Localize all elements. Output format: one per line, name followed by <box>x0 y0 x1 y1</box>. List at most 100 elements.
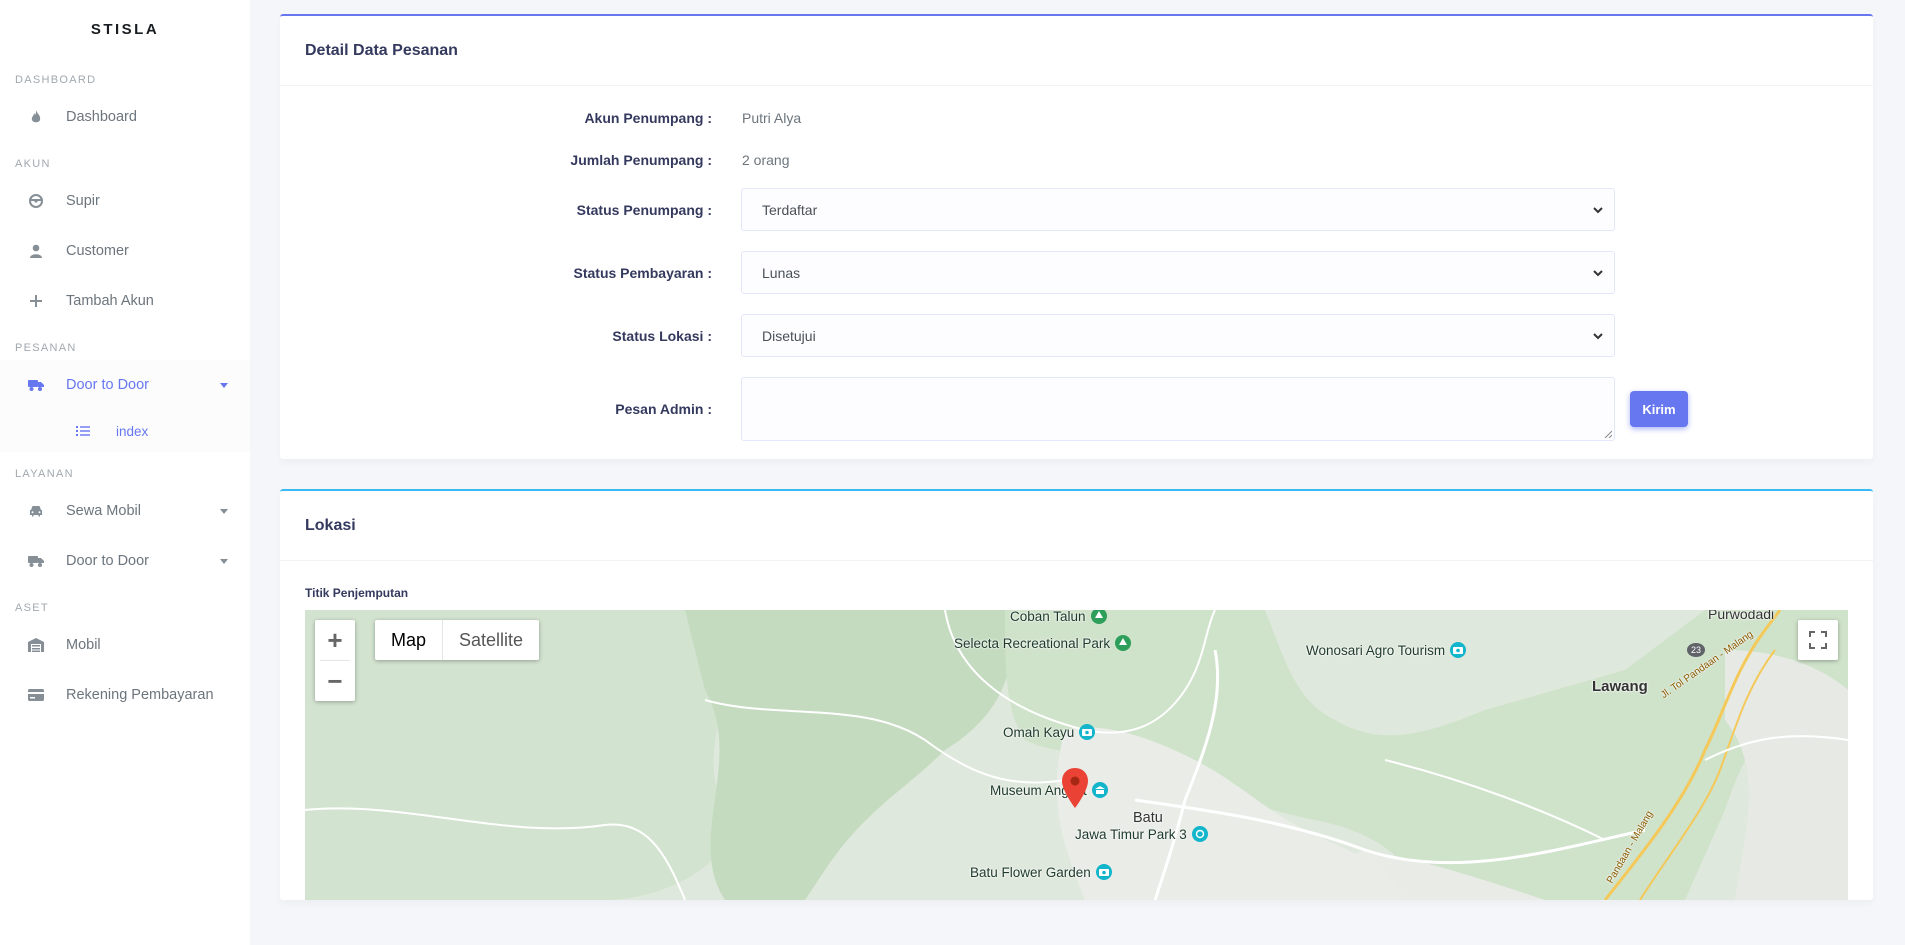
steering-wheel-icon <box>28 193 44 209</box>
status-lokasi-label: Status Lokasi : <box>612 327 712 344</box>
pesan-admin-label: Pesan Admin : <box>615 401 712 417</box>
sidebar-subitem-index[interactable]: index <box>0 410 250 452</box>
sidebar-item-label: Mobil <box>66 637 101 653</box>
sidebar: STISLA DASHBOARD Dashboard AKUN Supir Cu… <box>0 0 250 945</box>
resize-grip-icon[interactable] <box>1604 430 1612 438</box>
sidebar-item-rekening-pembayaran[interactable]: Rekening Pembayaran <box>0 670 250 720</box>
map-town-lawang[interactable]: Lawang <box>1592 678 1648 695</box>
jumlah-penumpang-row: Jumlah Penumpang : 2 orang <box>305 146 1848 174</box>
truck-icon <box>28 377 44 393</box>
map-poi-batu-flower-garden[interactable]: Batu Flower Garden <box>970 864 1112 880</box>
lokasi-card: Lokasi Titik Penjemputan + − Map Satelli… <box>280 489 1873 900</box>
menu-header-dashboard: DASHBOARD <box>15 74 97 86</box>
user-icon <box>28 243 44 259</box>
place-label: Wonosari Agro Tourism <box>1306 642 1446 658</box>
camera-icon <box>1450 642 1467 658</box>
status-pembayaran-select[interactable]: Lunas <box>741 251 1615 294</box>
map-poi-jawa-timur-park[interactable]: Jawa Timur Park 3 <box>1075 826 1208 842</box>
google-map[interactable]: + − Map Satellite Coban Talun Selecta Re… <box>305 610 1848 900</box>
sidebar-item-mobil[interactable]: Mobil <box>0 620 250 670</box>
fullscreen-icon <box>1809 631 1827 649</box>
detail-card-title: Detail Data Pesanan <box>280 16 1873 86</box>
sidebar-item-label: Supir <box>66 193 100 209</box>
akun-penumpang-value: Putri Alya <box>742 110 802 126</box>
fullscreen-button[interactable] <box>1798 620 1838 660</box>
sidebar-item-label: Tambah Akun <box>66 293 154 309</box>
sidebar-item-sewa-mobil[interactable]: Sewa Mobil <box>0 486 250 536</box>
credit-card-icon <box>28 687 44 703</box>
map-poi-omah-kayu[interactable]: Omah Kayu <box>1003 724 1096 740</box>
map-type-control: Map Satellite <box>375 620 540 660</box>
chevron-down-icon <box>1593 269 1603 276</box>
menu-header-aset: ASET <box>15 602 49 614</box>
sidebar-group-pesanan: Door to Door index <box>0 360 250 452</box>
map-poi-selecta[interactable]: Selecta Recreational Park <box>954 635 1132 651</box>
map-type-map-button[interactable]: Map <box>375 620 442 660</box>
menu-header-akun: AKUN <box>15 158 51 170</box>
map-label: Titik Penjemputan <box>305 586 409 600</box>
sidebar-item-label: Door to Door <box>66 377 150 393</box>
sidebar-item-label: Dashboard <box>66 109 137 125</box>
detail-card: Detail Data Pesanan Akun Penumpang : Put… <box>280 14 1873 459</box>
sidebar-item-dashboard[interactable]: Dashboard <box>0 92 250 142</box>
kirim-button[interactable]: Kirim <box>1630 391 1688 427</box>
park-icon <box>1115 635 1132 651</box>
truck-icon <box>28 553 44 569</box>
pesan-admin-row: Pesan Admin : Kirim <box>305 377 1848 441</box>
place-label: Coban Talun <box>1010 610 1086 624</box>
list-icon <box>76 424 90 438</box>
map-town-batu[interactable]: Batu <box>1133 810 1163 826</box>
place-label: Batu Flower Garden <box>970 864 1091 880</box>
pesan-admin-textarea[interactable] <box>741 377 1615 441</box>
sidebar-subitem-label: index <box>116 423 149 439</box>
pickup-marker-icon[interactable] <box>1062 768 1088 813</box>
warehouse-icon <box>28 637 44 653</box>
chevron-down-icon <box>220 559 228 564</box>
amusement-park-icon <box>1191 826 1208 842</box>
jumlah-penumpang-label: Jumlah Penumpang : <box>570 152 712 168</box>
zoom-in-button[interactable]: + <box>315 620 355 660</box>
zoom-out-button[interactable]: − <box>315 661 355 701</box>
sidebar-item-customer[interactable]: Customer <box>0 226 250 276</box>
sidebar-item-door-to-door-pesanan[interactable]: Door to Door <box>0 360 250 410</box>
brand-logo[interactable]: STISLA <box>0 0 250 58</box>
status-lokasi-selected: Disetujui <box>762 327 816 344</box>
status-penumpang-label: Status Penumpang : <box>576 201 712 218</box>
menu-header-layanan: LAYANAN <box>15 468 74 480</box>
map-poi-coban-talun[interactable]: Coban Talun <box>1010 610 1107 624</box>
lokasi-card-title: Lokasi <box>280 491 1873 561</box>
status-lokasi-row: Status Lokasi : Disetujui <box>305 314 1848 357</box>
map-town-purwodadi[interactable]: Purwodadi <box>1708 610 1774 622</box>
sidebar-item-label: Door to Door <box>66 553 150 569</box>
park-icon <box>1090 610 1107 624</box>
camera-icon <box>1079 724 1096 740</box>
place-label: Omah Kayu <box>1003 724 1075 740</box>
museum-icon <box>1091 782 1108 798</box>
sidebar-item-label: Sewa Mobil <box>66 503 141 519</box>
map-type-satellite-button[interactable]: Satellite <box>442 620 539 660</box>
chevron-down-icon <box>1593 206 1603 213</box>
sidebar-item-door-to-door-layanan[interactable]: Door to Door <box>0 536 250 586</box>
fire-icon <box>28 109 44 125</box>
chevron-down-icon <box>1593 332 1603 339</box>
status-pembayaran-row: Status Pembayaran : Lunas <box>305 251 1848 294</box>
status-penumpang-select[interactable]: Terdaftar <box>741 188 1615 231</box>
place-label: Jawa Timur Park 3 <box>1075 826 1187 842</box>
main-content: Detail Data Pesanan Akun Penumpang : Put… <box>280 14 1873 900</box>
jumlah-penumpang-value: 2 orang <box>742 152 790 168</box>
zoom-control: + − <box>315 620 355 701</box>
akun-penumpang-row: Akun Penumpang : Putri Alya <box>305 104 1848 132</box>
sidebar-item-tambah-akun[interactable]: Tambah Akun <box>0 276 250 326</box>
menu-header-pesanan: PESANAN <box>15 342 77 354</box>
map-poi-museum-angkut[interactable]: Museum Angkut <box>990 782 1108 798</box>
plus-icon <box>28 293 44 309</box>
status-lokasi-select[interactable]: Disetujui <box>741 314 1615 357</box>
sidebar-item-supir[interactable]: Supir <box>0 176 250 226</box>
map-poi-wonosari[interactable]: Wonosari Agro Tourism <box>1306 642 1467 658</box>
place-label: Selecta Recreational Park <box>954 635 1111 651</box>
status-penumpang-selected: Terdaftar <box>762 201 818 218</box>
chevron-down-icon <box>220 383 228 388</box>
status-pembayaran-label: Status Pembayaran : <box>573 264 713 281</box>
status-pembayaran-selected: Lunas <box>762 264 801 281</box>
road-number-badge: 23 <box>1687 643 1705 657</box>
